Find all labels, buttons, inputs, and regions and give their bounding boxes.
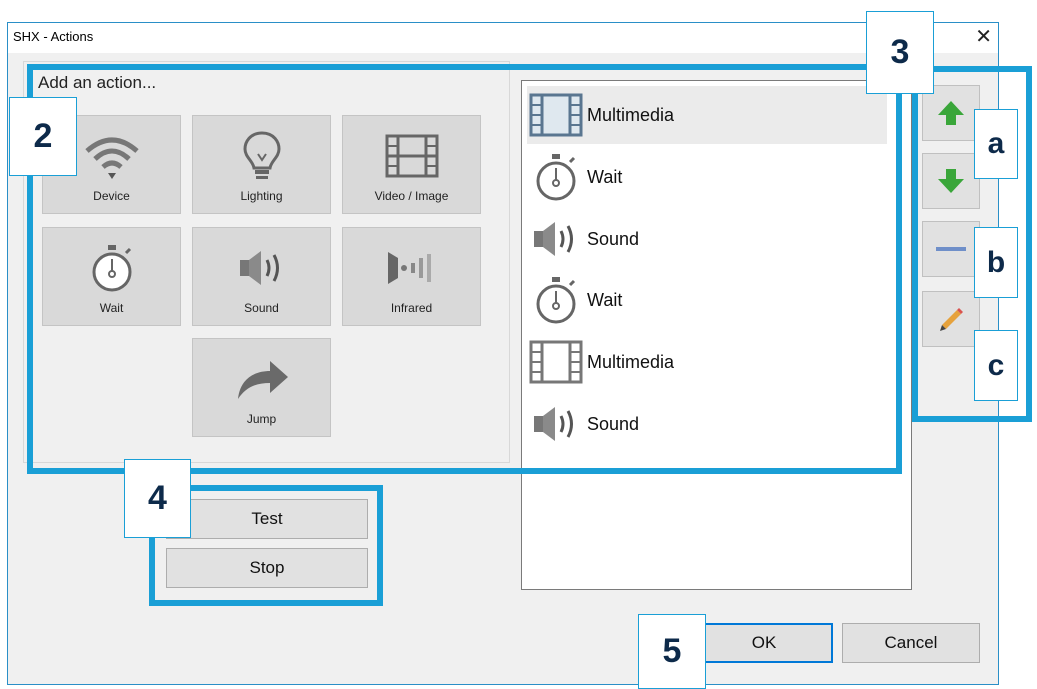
tile-video-image[interactable]: Video / Image [342,115,481,214]
list-item-label: Sound [587,413,640,434]
move-down-button[interactable] [922,153,980,209]
tile-wait[interactable]: Wait [42,227,181,326]
list-item-label: Multimedia [587,104,675,125]
stopwatch-icon [43,238,180,298]
tile-label: Jump [246,412,277,426]
stop-button[interactable]: Stop [166,548,368,588]
list-item[interactable]: Wait [527,271,887,329]
cancel-button[interactable]: Cancel [842,623,980,663]
speaker-icon [527,210,585,268]
tile-label: Sound [244,301,279,315]
jump-arrow-icon [193,349,330,409]
add-action-group-title: Add an action... [36,73,159,93]
callout-c: c [974,330,1018,401]
action-list[interactable]: Multimedia Wait Sound Wait Multimedia So… [521,80,912,590]
tile-label: Video / Image [374,189,449,203]
film-icon [343,126,480,186]
edit-button[interactable] [922,291,980,347]
list-item-label: Wait [587,166,623,187]
remove-button[interactable] [922,221,980,277]
tile-sound[interactable]: Sound [192,227,331,326]
film-icon [527,333,585,391]
callout-2: 2 [9,97,77,176]
infrared-icon [343,238,480,298]
title-bar: SHX - Actions ✕ [8,23,998,53]
tile-label: Device [93,189,130,203]
light-bulb-icon [193,126,330,186]
film-icon [527,86,585,144]
stopwatch-icon [527,148,585,206]
stopwatch-icon [527,271,585,329]
tile-label: Lighting [240,189,283,203]
list-item-label: Multimedia [587,351,675,372]
list-item[interactable]: Multimedia [527,86,887,144]
callout-a: a [974,109,1018,179]
remove-icon [936,247,966,251]
list-item[interactable]: Sound [527,210,887,268]
tile-jump[interactable]: Jump [192,338,331,437]
callout-5: 5 [638,614,706,689]
list-item[interactable]: Sound [527,395,887,453]
move-down-icon [938,169,964,193]
tile-lighting[interactable]: Lighting [192,115,331,214]
tile-infrared[interactable]: Infrared [342,227,481,326]
list-item-label: Sound [587,228,640,249]
callout-3: 3 [866,11,934,94]
list-item-label: Wait [587,289,623,310]
tile-label: Wait [99,301,124,315]
list-item[interactable]: Multimedia [527,333,887,391]
tile-label: Infrared [390,301,433,315]
test-button[interactable]: Test [166,499,368,539]
speaker-icon [527,395,585,453]
ok-button[interactable]: OK [695,623,833,663]
callout-b: b [974,227,1018,298]
close-icon[interactable]: ✕ [975,24,992,49]
list-item[interactable]: Wait [527,148,887,206]
callout-4: 4 [124,459,191,538]
speaker-icon [193,238,330,298]
edit-pencil-icon [940,308,963,331]
window-title: SHX - Actions [13,29,94,44]
move-up-icon [938,101,964,125]
